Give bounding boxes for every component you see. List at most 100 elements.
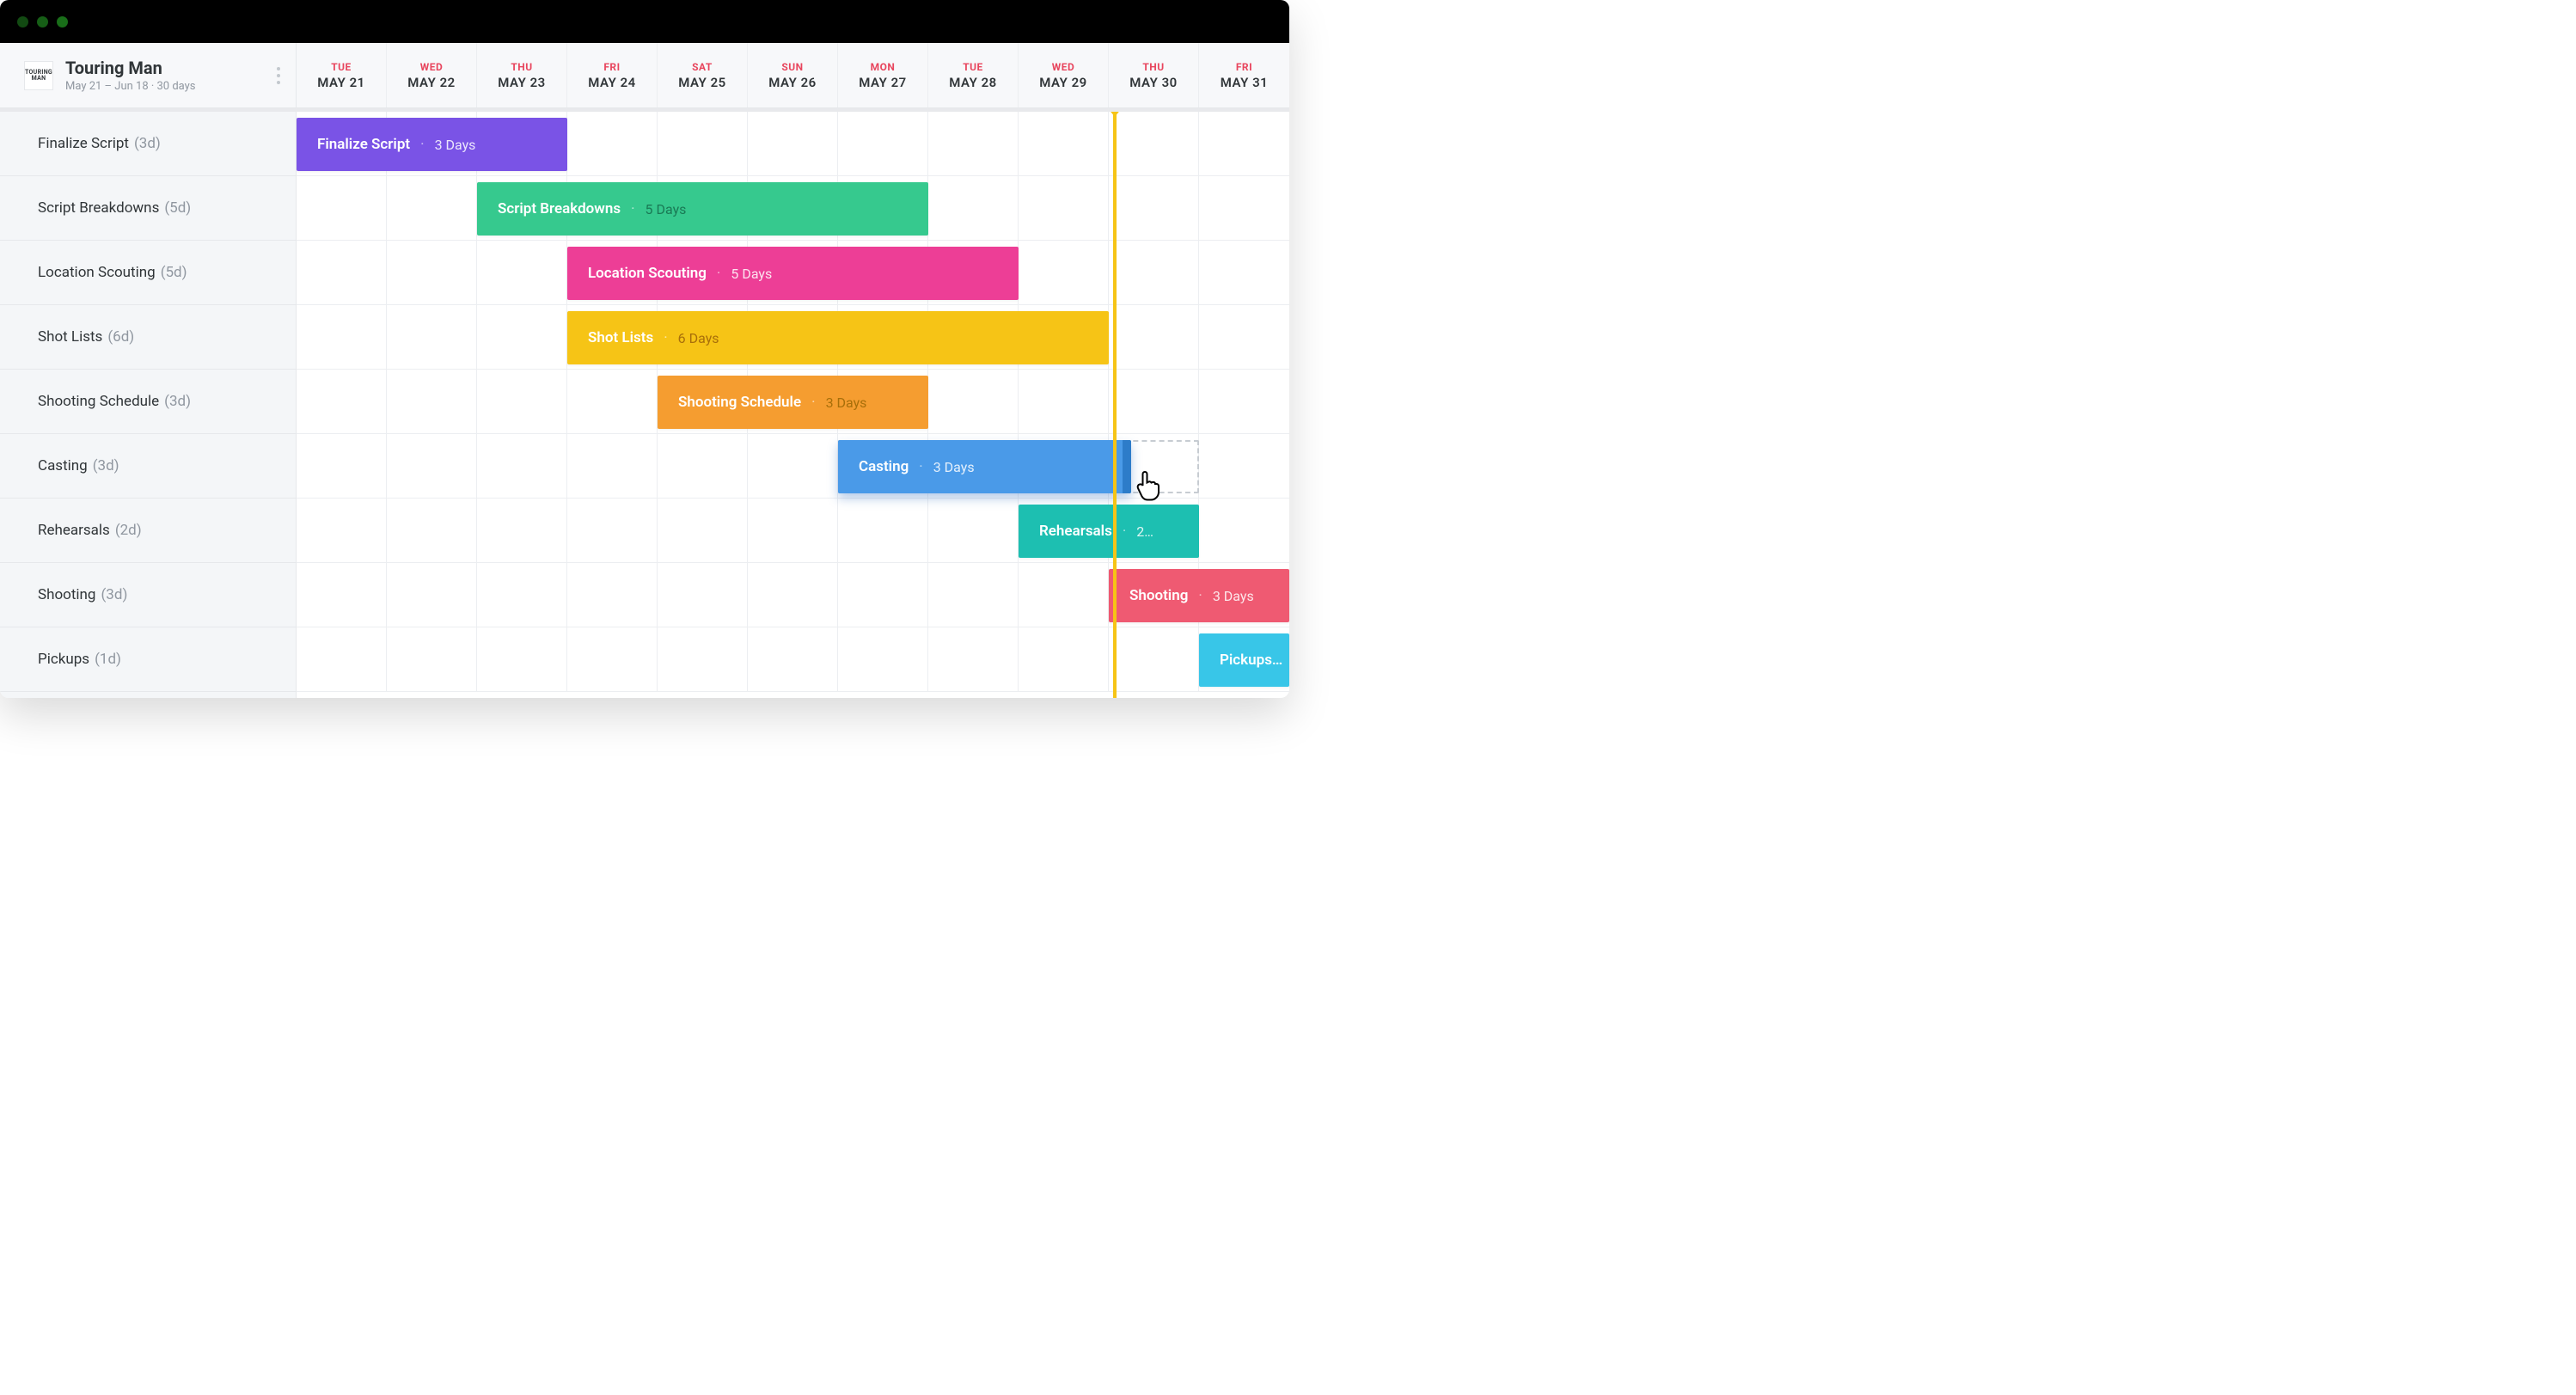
task-name: Script Breakdowns [38, 199, 159, 217]
task-sidebar: Finalize Script (3d)Script Breakdowns (5… [0, 112, 297, 698]
separator: · [717, 265, 720, 282]
project-logo: TOURING MAN [24, 61, 53, 90]
window-titlebar[interactable] [0, 0, 1289, 43]
date-column[interactable]: WEDMAY 22 [387, 43, 477, 107]
task-duration: (2d) [115, 522, 142, 539]
date-label: MAY 30 [1129, 75, 1177, 90]
date-label: MAY 24 [588, 75, 635, 90]
task-row[interactable]: Shot Lists (6d) [0, 305, 296, 370]
task-name: Rehearsals [38, 522, 110, 539]
gantt-bar[interactable]: Shooting · 3 Days [1109, 569, 1289, 622]
gantt-body: Finalize Script (3d)Script Breakdowns (5… [0, 112, 1289, 698]
gantt-bar[interactable]: Rehearsals · 2… [1019, 505, 1199, 558]
bar-label: Shot Lists [588, 329, 653, 346]
day-of-week: FRI [1236, 61, 1252, 73]
task-name: Shot Lists [38, 328, 102, 346]
bar-duration: 5 Days [731, 266, 772, 282]
task-name: Casting [38, 457, 88, 474]
task-row[interactable]: Rehearsals (2d) [0, 499, 296, 563]
date-column[interactable]: SAT MAY 25 [658, 43, 748, 107]
date-label: MAY 22 [407, 75, 455, 90]
task-duration: (3d) [101, 586, 127, 603]
gantt-bar[interactable]: Finalize Script · 3 Days [297, 118, 567, 171]
task-duration: (5d) [164, 199, 191, 217]
app-window: TOURING MAN Touring Man May 21 – Jun 18 … [0, 0, 1289, 698]
resize-handle[interactable] [1123, 440, 1131, 493]
separator: · [664, 329, 667, 346]
traffic-light-close[interactable] [17, 16, 28, 28]
task-row[interactable]: Pickups (1d) [0, 627, 296, 692]
date-column[interactable]: TUE MAY 21 [297, 43, 387, 107]
header-row: TOURING MAN Touring Man May 21 – Jun 18 … [0, 43, 1289, 108]
bar-label: Rehearsals [1039, 523, 1112, 540]
task-row[interactable]: Finalize Script (3d) [0, 112, 296, 176]
traffic-light-max[interactable] [57, 16, 68, 28]
task-row[interactable]: Casting (3d) [0, 434, 296, 499]
task-row[interactable]: Location Scouting (5d) [0, 241, 296, 305]
bar-label: Shooting [1129, 587, 1188, 604]
date-header: TUEMAY 21WEDMAY 22THUMAY 23FRIMAY 24SATM… [297, 43, 1289, 107]
task-duration: (3d) [134, 135, 161, 152]
project-title: Touring Man [65, 58, 196, 78]
date-label: MAY 26 [768, 75, 816, 90]
separator: · [1198, 587, 1202, 604]
task-duration: (3d) [164, 393, 191, 410]
bar-label: Script Breakdowns [498, 200, 621, 217]
task-row[interactable]: Shooting Schedule (3d) [0, 370, 296, 434]
task-duration: (3d) [93, 457, 119, 474]
task-row[interactable]: Shooting (3d) [0, 563, 296, 627]
day-of-week: TUE [963, 61, 983, 73]
date-label: MAY 31 [1221, 75, 1268, 90]
gantt-bar[interactable]: Shot Lists·6 Days [567, 311, 1109, 364]
day-of-week: TUE [331, 61, 352, 73]
date-column[interactable]: MON MAY 27 [838, 43, 928, 107]
separator: · [811, 394, 815, 411]
separator: · [1123, 523, 1126, 540]
gantt-bar[interactable]: Script Breakdowns·5 Days [477, 182, 928, 236]
bar-label: Location Scouting [588, 265, 707, 282]
day-of-week: FRI [603, 61, 620, 73]
separator: · [631, 200, 634, 217]
date-column[interactable]: THUMAY 30 [1109, 43, 1199, 107]
task-duration: (6d) [107, 328, 134, 346]
task-duration: (5d) [161, 264, 187, 281]
date-label: MAY 21 [317, 75, 364, 90]
gantt-bar[interactable]: Shooting Schedule·3 Days [658, 376, 928, 429]
task-name: Finalize Script [38, 135, 129, 152]
bar-duration: 2… [1136, 523, 1153, 540]
task-name: Pickups [38, 651, 89, 668]
date-column[interactable]: FRI MAY 31 [1199, 43, 1289, 107]
project-cell: TOURING MAN Touring Man May 21 – Jun 18 … [0, 43, 297, 107]
day-of-week: THU [511, 61, 532, 73]
gantt-bar[interactable]: Pickups… [1199, 633, 1289, 687]
gantt-bar[interactable]: Casting·3 Days [838, 440, 1131, 493]
task-row[interactable]: Script Breakdowns (5d) [0, 176, 296, 241]
gantt-bar[interactable]: Location Scouting · 5 Days [567, 247, 1019, 300]
date-label: MAY 23 [498, 75, 545, 90]
gantt-chart[interactable]: Finalize Script · 3 Days Script Breakdowns ·… [297, 112, 1289, 698]
date-column[interactable]: TUEMAY 28 [928, 43, 1019, 107]
date-column[interactable]: FRI MAY 24 [567, 43, 658, 107]
today-indicator [1113, 112, 1117, 698]
bar-label: Shooting Schedule [678, 394, 801, 411]
bar-label: Finalize Script [317, 136, 410, 153]
bar-duration: 3 Days [1213, 588, 1254, 604]
date-column[interactable]: SUN MAY 26 [748, 43, 838, 107]
separator: · [420, 136, 424, 153]
traffic-light-min[interactable] [37, 16, 48, 28]
day-of-week: SAT [692, 61, 713, 73]
bar-duration: 3 Days [435, 137, 476, 153]
task-name: Shooting Schedule [38, 393, 159, 410]
date-column[interactable]: WEDMAY 29 [1019, 43, 1109, 107]
task-duration: (1d) [95, 651, 121, 668]
date-label: MAY 27 [859, 75, 906, 90]
bar-duration: 3 Days [933, 459, 975, 475]
day-of-week: SUN [781, 61, 803, 73]
day-of-week: WED [1052, 61, 1075, 73]
bar-label: Pickups… [1220, 652, 1282, 669]
day-of-week: MON [871, 61, 896, 73]
date-label: MAY 25 [678, 75, 725, 90]
date-column[interactable]: THU MAY 23 [477, 43, 567, 107]
project-menu-button[interactable] [272, 62, 285, 89]
task-name: Shooting [38, 586, 95, 603]
